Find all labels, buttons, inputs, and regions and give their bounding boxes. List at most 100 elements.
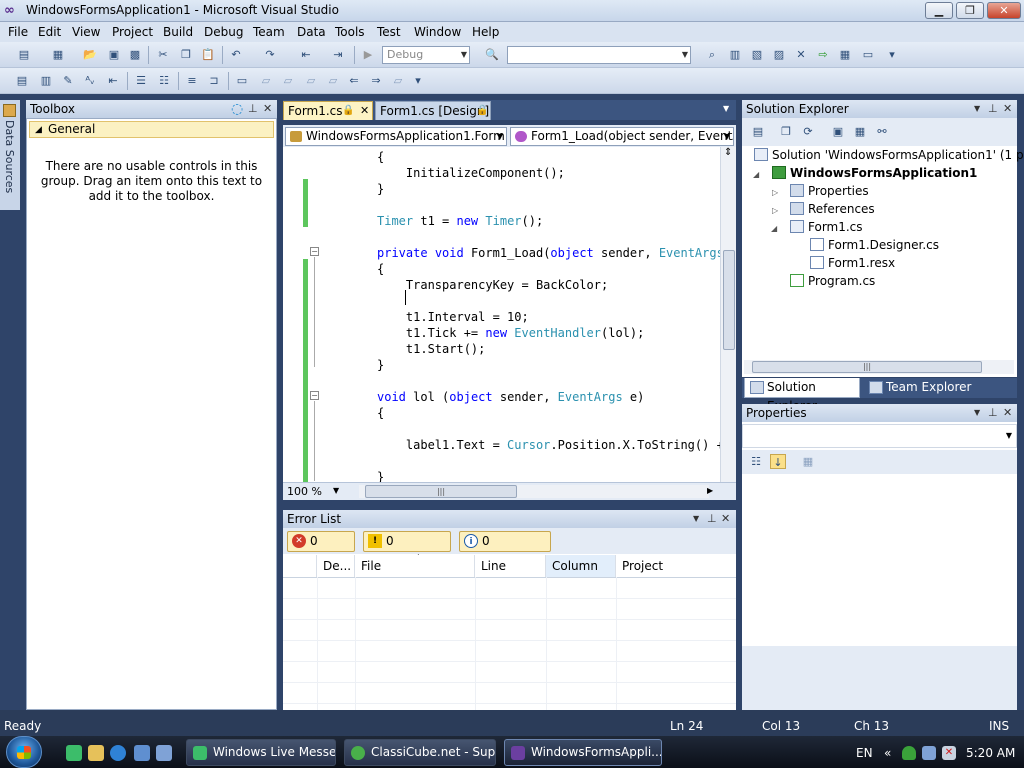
close-icon[interactable]: ✕	[263, 100, 272, 118]
toolbox-group-general[interactable]: ◢ General	[29, 121, 274, 138]
menu-test[interactable]: Test	[377, 25, 401, 39]
folder-quicklaunch-icon[interactable]	[88, 745, 104, 761]
redo-icon[interactable]: ↷	[262, 47, 278, 62]
toolbox-icon[interactable]: ✕	[793, 47, 809, 62]
member-select[interactable]: Form1_Load(object sender, EventAr ▼	[510, 127, 734, 146]
display-quick-info-icon[interactable]: ✎	[60, 73, 76, 88]
toolbar-options-icon[interactable]: ▾	[884, 47, 900, 62]
paste-icon[interactable]: 📋	[200, 47, 216, 62]
collapse-triangle-icon[interactable]: ◢	[753, 170, 759, 179]
menu-window[interactable]: Window	[414, 25, 461, 39]
collapse-triangle-icon[interactable]: ◢	[771, 224, 777, 233]
taskbar-messenger[interactable]: Windows Live Messe...	[186, 739, 336, 766]
next-bookmark-icon[interactable]: ▱	[258, 73, 274, 88]
tray-expand-icon[interactable]: «	[884, 746, 891, 760]
tab-form1-design[interactable]: Form1.cs [Design] 🔒	[375, 101, 491, 120]
taskbar-classicube[interactable]: ClassiCube.net - Sup...	[344, 739, 496, 766]
navigate-backward-icon[interactable]: ⇤	[298, 47, 314, 62]
close-icon[interactable]: ✕	[1003, 100, 1012, 118]
column-header-icon[interactable]	[283, 555, 317, 577]
messages-filter-button[interactable]: i 0 Messages	[459, 531, 551, 567]
find-in-files-icon[interactable]: 🔍	[484, 47, 500, 62]
increase-indent-icon[interactable]: ☰	[133, 73, 149, 88]
zoom-level[interactable]: 100 %	[287, 485, 322, 498]
undo-icon[interactable]: ↶	[228, 47, 244, 62]
scrollbar-thumb[interactable]: |||	[752, 361, 982, 373]
object-select[interactable]: ▼	[742, 424, 1017, 448]
menu-team[interactable]: Team	[253, 25, 285, 39]
show-desktop-icon[interactable]	[134, 745, 150, 761]
security-shield-icon[interactable]	[902, 746, 916, 760]
tree-program-cs[interactable]: Program.cs	[790, 273, 875, 289]
menu-edit[interactable]: Edit	[38, 25, 61, 39]
start-button[interactable]	[6, 736, 42, 768]
tab-form1-cs[interactable]: Form1.cs 🔒 ✕	[283, 101, 373, 120]
cut-icon[interactable]: ✂	[155, 47, 171, 62]
menu-build[interactable]: Build	[163, 25, 193, 39]
previous-bookmark-in-document-icon[interactable]: ▱	[325, 73, 341, 88]
solution-explorer-icon[interactable]: ▥	[727, 47, 743, 62]
tree-project[interactable]: WindowsFormsApplication1	[772, 165, 977, 181]
editor-horizontal-scrollbar[interactable]: |||	[359, 485, 709, 498]
pin-icon[interactable]: ⊥	[988, 100, 998, 118]
solution-horizontal-scrollbar[interactable]: |||	[744, 360, 1014, 374]
chevron-down-icon[interactable]: ▼	[974, 100, 980, 118]
pin-icon[interactable]: ⊥	[248, 100, 258, 118]
toggle-bookmark-icon[interactable]: ⊐	[206, 73, 222, 88]
next-bookmark-in-document-icon[interactable]: ⇐	[346, 73, 362, 88]
warnings-filter-button[interactable]: ! 0 Warnings	[363, 531, 451, 567]
close-icon[interactable]: ✕	[721, 510, 730, 528]
minimize-button[interactable]: ▁	[925, 2, 953, 19]
tab-solution-explorer[interactable]: Solution Explorer	[744, 378, 860, 413]
tree-form1-designer[interactable]: Form1.Designer.cs	[810, 237, 939, 253]
scrollbar-thumb[interactable]	[723, 250, 735, 350]
code-editor[interactable]: − − { InitializeComponent();} Timer t1 = …	[283, 147, 736, 482]
previous-bookmark-in-folder-icon[interactable]: ▱	[280, 73, 296, 88]
tree-form1-resx[interactable]: Form1.resx	[810, 255, 895, 271]
data-sources-tab[interactable]: Data Sources	[0, 100, 20, 210]
network-icon[interactable]	[922, 746, 936, 760]
class-diagram-icon[interactable]: ⚯	[874, 124, 890, 139]
clear-bookmarks-icon[interactable]: ⇒	[368, 73, 384, 88]
save-all-icon[interactable]: ▩	[127, 47, 143, 62]
display-object-member-list-icon[interactable]: ▤	[14, 73, 30, 88]
tree-solution[interactable]: Solution 'WindowsFormsApplication1' (1 p…	[754, 147, 1024, 163]
menu-debug[interactable]: Debug	[204, 25, 243, 39]
tree-references[interactable]: References	[790, 201, 875, 217]
comment-out-icon[interactable]: ☷	[156, 73, 172, 88]
object-browser-icon[interactable]: ▨	[771, 47, 787, 62]
expand-triangle-icon[interactable]: ▷	[772, 206, 778, 215]
clock[interactable]: 5:20 AM	[966, 746, 1015, 760]
categorized-icon[interactable]: ☷	[748, 454, 764, 469]
show-all-files-icon[interactable]: ❐	[778, 124, 794, 139]
find-icon[interactable]: ⌕	[704, 47, 720, 62]
command-window-icon[interactable]: ▭	[860, 47, 876, 62]
view-designer-icon[interactable]: ▦	[852, 124, 868, 139]
previous-bookmark-icon[interactable]: ▭	[234, 73, 250, 88]
volume-muted-icon[interactable]: ✕	[942, 746, 956, 760]
expand-triangle-icon[interactable]: ▷	[772, 188, 778, 197]
column-header-column[interactable]: Column	[546, 555, 616, 577]
save-icon[interactable]: ▣	[106, 47, 122, 62]
view-code-icon[interactable]: ▣	[830, 124, 846, 139]
column-header-project[interactable]: Project	[616, 555, 736, 577]
scrollbar-thumb[interactable]: |||	[365, 485, 517, 498]
uncomment-icon[interactable]: ≡	[184, 73, 200, 88]
tree-form1-cs[interactable]: Form1.cs	[790, 219, 863, 235]
close-button[interactable]: ✕	[987, 2, 1021, 19]
close-icon[interactable]: ✕	[1003, 404, 1012, 422]
decrease-indent-icon[interactable]: ⇤	[105, 73, 121, 88]
tab-team-explorer[interactable]: Team Explorer	[864, 378, 974, 398]
collapse-icon[interactable]: −	[310, 247, 319, 256]
new-project-icon[interactable]: ▤	[16, 47, 32, 62]
column-header-line[interactable]: Line	[475, 555, 546, 577]
menu-data[interactable]: Data	[297, 25, 326, 39]
chevron-down-icon[interactable]: ▼	[333, 486, 339, 495]
column-header-description[interactable]: De...	[317, 555, 355, 577]
chevron-down-icon[interactable]: ▼	[693, 510, 699, 528]
close-icon[interactable]: ✕	[360, 102, 369, 120]
language-indicator[interactable]: EN	[856, 746, 873, 760]
open-file-icon[interactable]: 📂	[82, 47, 98, 62]
split-icon[interactable]: ⇕	[724, 147, 732, 158]
menu-help[interactable]: Help	[472, 25, 499, 39]
